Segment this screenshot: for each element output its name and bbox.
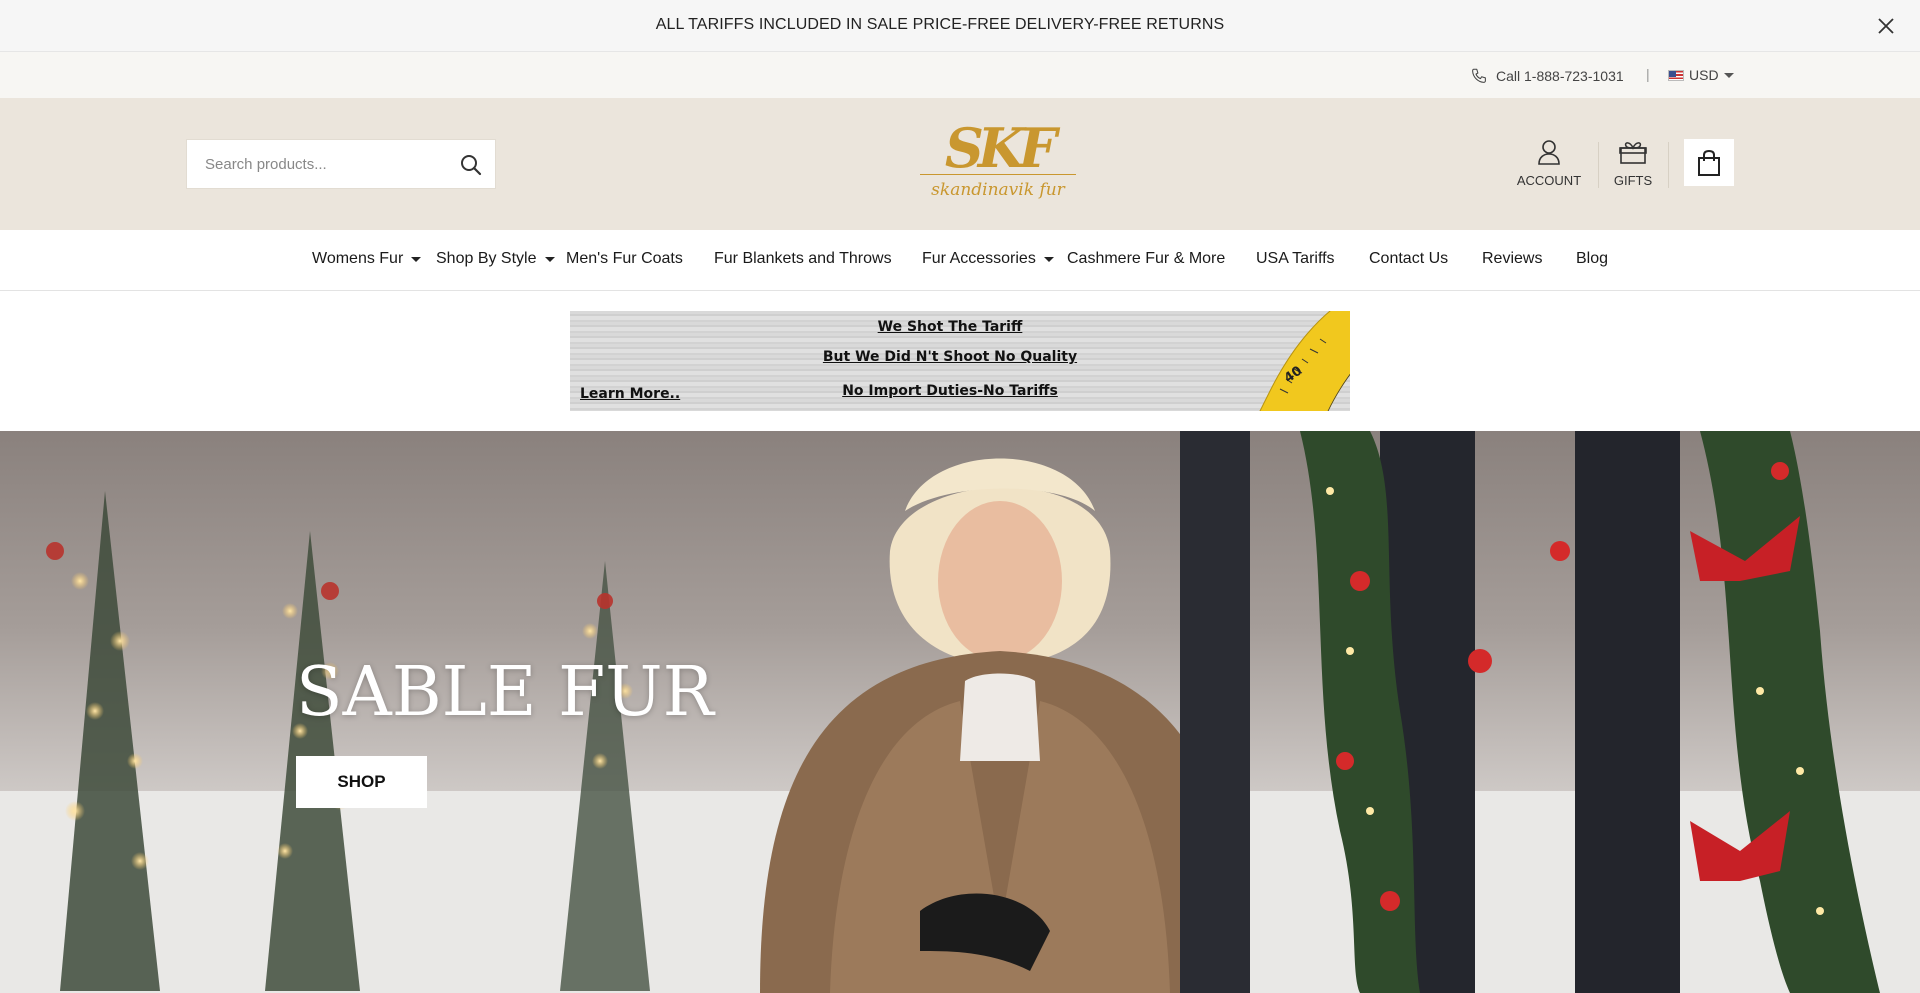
tariff-promo-banner[interactable]: We Shot The Tariff But We Did N't Shoot … (570, 311, 1350, 411)
nav-label: Cashmere Fur & More (1067, 250, 1226, 267)
nav-item-fur-accessories[interactable]: Fur Accessories (922, 250, 1054, 268)
chevron-down-icon (544, 256, 555, 262)
chevron-down-icon (1043, 256, 1054, 262)
user-icon (1538, 140, 1560, 165)
nav-item-mens-fur-coats[interactable]: Men's Fur Coats (566, 250, 683, 268)
account-label: ACCOUNT (1516, 173, 1582, 188)
nav-item-fur-blankets[interactable]: Fur Blankets and Throws (714, 250, 892, 268)
nav-label: Fur Blankets and Throws (714, 250, 892, 267)
measuring-tape-icon: 40 (1259, 311, 1350, 411)
site-header: SKF skandinavik fur ACCOUNT GIFTS (0, 98, 1920, 230)
logo-monogram: SKF (944, 116, 1057, 180)
utility-bar: Call 1-888-723-1031 | USD (0, 52, 1920, 98)
hero-banner: SABLE FUR SHOP (0, 431, 1920, 993)
currency-label: USD (1689, 67, 1719, 83)
nav-label: Womens Fur (312, 250, 404, 267)
gifts-button[interactable]: GIFTS (1602, 138, 1664, 188)
search-box (186, 139, 496, 189)
nav-item-contact-us[interactable]: Contact Us (1369, 250, 1448, 268)
phone-text: Call 1-888-723-1031 (1496, 68, 1624, 84)
nav-item-usa-tariffs[interactable]: USA Tariffs (1256, 250, 1335, 268)
announcement-text: ALL TARIFFS INCLUDED IN SALE PRICE-FREE … (655, 16, 1225, 33)
chevron-down-icon (411, 256, 422, 262)
nav-label: Contact Us (1369, 250, 1449, 267)
phone-icon (1472, 68, 1486, 83)
search-icon[interactable] (459, 153, 483, 177)
logo-text: skandinavik fur (931, 180, 1065, 200)
cart-button[interactable] (1684, 139, 1734, 186)
announcement-bar: ALL TARIFFS INCLUDED IN SALE PRICE-FREE … (0, 0, 1920, 52)
shop-button[interactable]: SHOP (296, 756, 427, 808)
site-logo[interactable]: SKF skandinavik fur (912, 116, 1084, 210)
nav-label: USA Tariffs (1256, 250, 1335, 267)
nav-label: Shop By Style (436, 250, 537, 267)
utility-separator: | (1646, 66, 1650, 82)
phone-link[interactable]: Call 1-888-723-1031 (1470, 67, 1624, 85)
chevron-down-icon (1723, 72, 1734, 78)
header-divider (1668, 142, 1669, 188)
nav-label: Reviews (1482, 250, 1543, 267)
hero-image (0, 431, 1920, 993)
nav-item-shop-by-style[interactable]: Shop By Style (436, 250, 555, 268)
nav-item-cashmere[interactable]: Cashmere Fur & More (1067, 250, 1225, 268)
close-icon[interactable] (1874, 14, 1898, 38)
nav-label: Men's Fur Coats (566, 250, 683, 267)
learn-more-link[interactable]: Learn More.. (580, 386, 680, 402)
gift-icon (1619, 142, 1647, 164)
logo-divider (920, 174, 1076, 175)
gifts-label: GIFTS (1613, 173, 1653, 188)
shopping-bag-icon (1698, 149, 1720, 176)
nav-label: Blog (1576, 250, 1609, 267)
header-divider (1598, 142, 1599, 188)
account-button[interactable]: ACCOUNT (1512, 138, 1586, 188)
nav-item-reviews[interactable]: Reviews (1482, 250, 1542, 268)
search-input[interactable] (187, 140, 447, 188)
main-nav: Womens Fur Shop By Style Men's Fur Coats… (0, 230, 1920, 291)
hero-title: SABLE FUR (296, 653, 714, 732)
us-flag-icon (1668, 69, 1684, 81)
nav-label: Fur Accessories (922, 250, 1036, 267)
currency-selector[interactable]: USD (1668, 67, 1734, 83)
nav-item-blog[interactable]: Blog (1576, 250, 1608, 268)
nav-item-womens-fur[interactable]: Womens Fur (312, 250, 422, 268)
